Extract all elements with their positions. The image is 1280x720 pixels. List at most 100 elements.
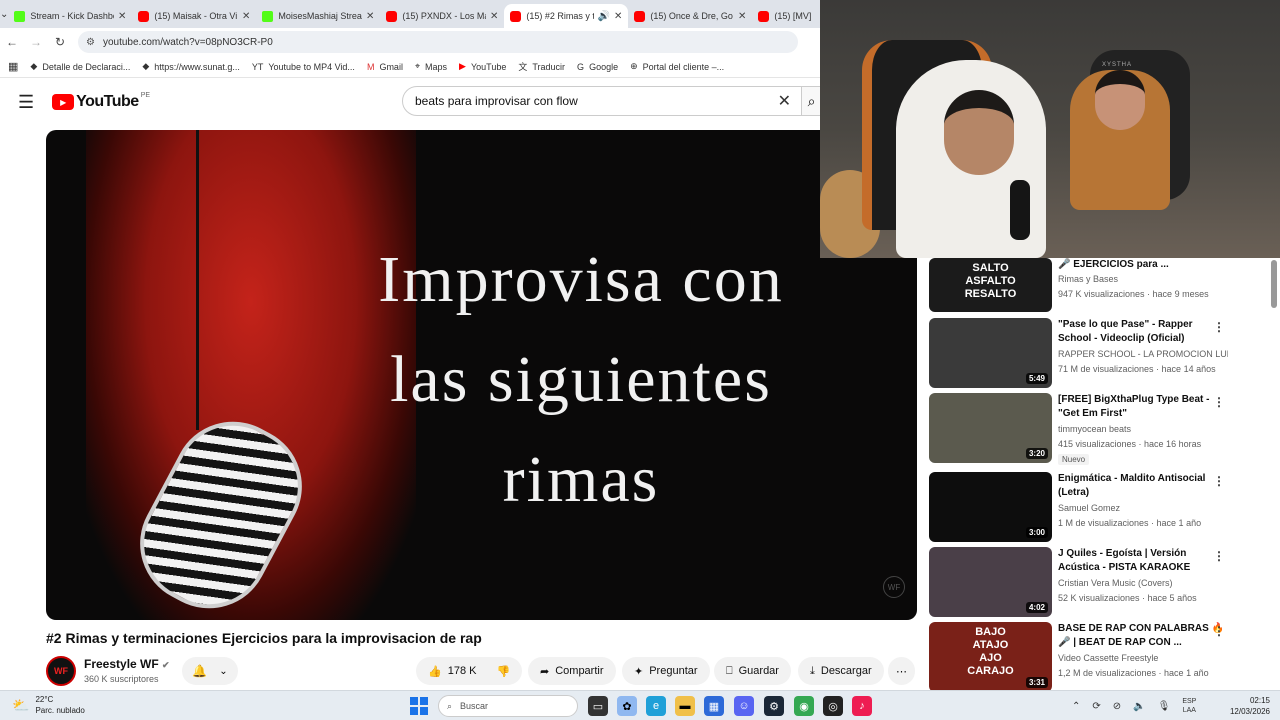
task-view-icon[interactable]: ▭ <box>588 696 608 716</box>
obs-icon[interactable]: ◎ <box>823 696 843 716</box>
dislike-icon[interactable]: 👎 <box>496 665 510 678</box>
sync-icon[interactable]: ⟳ <box>1092 701 1100 712</box>
related-video-title[interactable]: [FREE] BigXthaPlug Type Beat - "Get Em F… <box>1058 393 1228 421</box>
related-video-title[interactable]: Enigmática - Maldito Antisocial (Letra) <box>1058 472 1228 500</box>
browser-tab[interactable]: (15) Once & Dre, Go ✕ <box>628 4 752 28</box>
video-thumbnail[interactable]: 4:02 <box>929 547 1052 617</box>
address-bar[interactable]: ⚙ youtube.com/watch?v=08pNO3CR-P0 <box>78 31 798 53</box>
close-tab-icon[interactable]: ✕ <box>490 11 498 22</box>
video-thumbnail[interactable]: SALTO ASFALTO RESALTO <box>929 258 1052 312</box>
bookmark-item[interactable]: M Gmail <box>367 60 403 73</box>
related-video-channel[interactable]: Video Cassette Freestyle <box>1058 653 1228 663</box>
related-video-item[interactable]: 5:49 "Pase lo que Pase" - Rapper School -… <box>929 318 1259 388</box>
video-thumbnail[interactable]: 5:49 <box>929 318 1052 388</box>
menu-icon[interactable]: ☰ <box>18 92 34 113</box>
search-input[interactable]: beats para improvisar con flow ✕ <box>402 86 802 116</box>
more-options-icon[interactable]: ⋮ <box>1213 549 1225 563</box>
language-indicator[interactable]: ESP LAA <box>1182 697 1196 715</box>
bookmark-item[interactable]: ◆ https://www.sunat.g... <box>142 60 239 73</box>
close-tab-icon[interactable]: ✕ <box>366 11 374 22</box>
video-thumbnail[interactable]: 3:00 <box>929 472 1052 542</box>
microphone-stand <box>1010 180 1030 240</box>
network-off-icon[interactable]: ⊘ <box>1113 701 1121 712</box>
more-options-icon[interactable]: ⋮ <box>1213 395 1225 409</box>
related-video-title[interactable]: BASE DE RAP CON PALABRAS 🔥🎤 | BEAT DE RA… <box>1058 622 1228 650</box>
store-icon[interactable]: ▦ <box>704 696 724 716</box>
discord-icon[interactable]: ☺ <box>734 696 754 716</box>
related-video-item[interactable]: 3:20 [FREE] BigXthaPlug Type Beat - "Get … <box>929 393 1259 465</box>
bookmark-item[interactable]: G Google <box>577 60 618 73</box>
related-video-channel[interactable]: Samuel Gomez <box>1058 503 1228 513</box>
browser-tab[interactable]: (15) Maisak - Otra Vi ✕ <box>132 4 256 28</box>
bookmark-item[interactable]: ⌖ Maps <box>415 60 447 73</box>
related-video-title[interactable]: 🎤 EJERCICIOS para ... <box>1058 258 1228 272</box>
bookmark-item[interactable]: ◆ Detalle de Declaraci... <box>30 60 130 73</box>
close-tab-icon[interactable]: ✕ <box>118 11 126 22</box>
clock[interactable]: 02:15 12/03/2026 <box>1222 695 1270 717</box>
chrome-icon[interactable]: ◉ <box>794 696 814 716</box>
like-button[interactable]: 👍 178 K 👎 <box>416 657 523 685</box>
steam-icon[interactable]: ⚙ <box>764 696 784 716</box>
video-thumbnail[interactable]: BAJO ATAJO AJO CARAJO 3:31 <box>929 622 1052 692</box>
file-explorer-icon[interactable]: ▬ <box>675 696 695 716</box>
related-video-channel[interactable]: Rimas y Bases <box>1058 274 1228 284</box>
back-arrow-icon[interactable]: ← <box>0 35 24 49</box>
search-button[interactable]: ⌕ <box>802 86 822 116</box>
related-video-item[interactable]: BAJO ATAJO AJO CARAJO 3:31 BASE DE RAP CON… <box>929 622 1259 692</box>
chevron-up-icon[interactable]: ⌃ <box>1072 701 1080 712</box>
save-button[interactable]: ⎕ Guardar <box>714 657 791 685</box>
page-scrollbar[interactable] <box>1271 260 1277 308</box>
youtube-logo[interactable]: ▶ YouTube PE <box>52 91 151 111</box>
close-tab-icon[interactable]: ✕ <box>242 11 250 22</box>
more-options-icon[interactable]: ⋮ <box>1213 320 1225 334</box>
weather-widget[interactable]: ⛅ 22°C Parc. nublado <box>12 694 85 716</box>
microphone-icon[interactable]: 🎙 <box>1158 701 1171 712</box>
windows-start-icon[interactable] <box>410 697 428 715</box>
share-button[interactable]: ➦ Compartir <box>528 657 616 685</box>
site-info-icon[interactable]: ⚙ <box>86 37 95 48</box>
url-text: youtube.com/watch?v=08pNO3CR-P0 <box>102 36 273 48</box>
more-actions-button[interactable]: ⋯ <box>888 657 915 685</box>
taskbar-search[interactable]: ⌕ Buscar <box>438 695 578 717</box>
more-options-icon[interactable]: ⋮ <box>1213 624 1225 638</box>
close-tab-icon[interactable]: ✕ <box>614 11 622 22</box>
close-tab-icon[interactable]: ✕ <box>738 11 746 22</box>
bookmark-item[interactable]: YT Youtube to MP4 Vid... <box>252 60 355 73</box>
tab-search-chevron-icon[interactable]: ⌄ <box>0 0 8 28</box>
related-video-title[interactable]: J Quiles - Egoísta | Versión Acústica - … <box>1058 547 1228 575</box>
browser-tab[interactable]: MoisesMashiaj Strean ✕ <box>256 4 380 28</box>
forward-arrow-icon[interactable]: → <box>24 35 48 49</box>
download-button[interactable]: ⤓ Descargar <box>798 657 884 685</box>
browser-tab[interactable]: (15) #2 Rimas y t 🔊 ✕ <box>504 4 629 28</box>
tiktok-icon[interactable]: ♪ <box>852 696 872 716</box>
bookmark-item[interactable]: ⊕ Portal del cliente –... <box>630 60 724 73</box>
notification-bell-button[interactable]: 🔔 ⌄ <box>182 657 238 685</box>
tab-audio-icon[interactable]: 🔊 <box>598 11 610 22</box>
ask-button[interactable]: ✦ Preguntar <box>622 657 710 685</box>
browser-tab[interactable]: (15) PXNDX - Los Ma ✕ <box>380 4 504 28</box>
more-options-icon[interactable]: ⋮ <box>1213 474 1225 488</box>
related-video-item[interactable]: 4:02 J Quiles - Egoísta | Versión Acústic… <box>929 547 1259 617</box>
related-video-channel[interactable]: RAPPER SCHOOL - LA PROMOCION LUN... <box>1058 349 1228 359</box>
browser-tab[interactable]: (15) [MV] <box>752 4 820 28</box>
reload-icon[interactable]: ↻ <box>48 35 72 49</box>
channel-name[interactable]: Freestyle WF ✔ <box>84 657 170 671</box>
edge-icon[interactable]: e <box>646 696 666 716</box>
related-video-channel[interactable]: timmyocean beats <box>1058 424 1228 434</box>
bookmark-item[interactable]: ▶ YouTube <box>459 60 506 73</box>
speaker-icon[interactable]: 🔈 <box>1133 701 1145 712</box>
channel-watermark[interactable]: WF <box>883 576 905 598</box>
related-video-channel[interactable]: Cristian Vera Music (Covers) <box>1058 578 1228 588</box>
apps-grid-icon[interactable]: ▦ <box>8 60 18 73</box>
video-thumbnail[interactable]: 3:20 <box>929 393 1052 463</box>
copilot-icon[interactable]: ✿ <box>617 696 637 716</box>
related-video-title[interactable]: "Pase lo que Pase" - Rapper School - Vid… <box>1058 318 1228 346</box>
clear-search-icon[interactable]: ✕ <box>778 91 791 111</box>
country-code: PE <box>140 91 151 99</box>
bookmark-item[interactable]: 文 Traducir <box>518 60 565 73</box>
channel-avatar[interactable]: WF <box>46 656 76 686</box>
sunat-icon: ◆ <box>30 61 38 71</box>
video-player[interactable]: Improvisa con las siguientes rimas WF <box>46 130 917 620</box>
related-video-item[interactable]: 3:00 Enigmática - Maldito Antisocial (Let… <box>929 472 1259 542</box>
browser-tab[interactable]: Stream - Kick Dashbo ✕ <box>8 4 132 28</box>
